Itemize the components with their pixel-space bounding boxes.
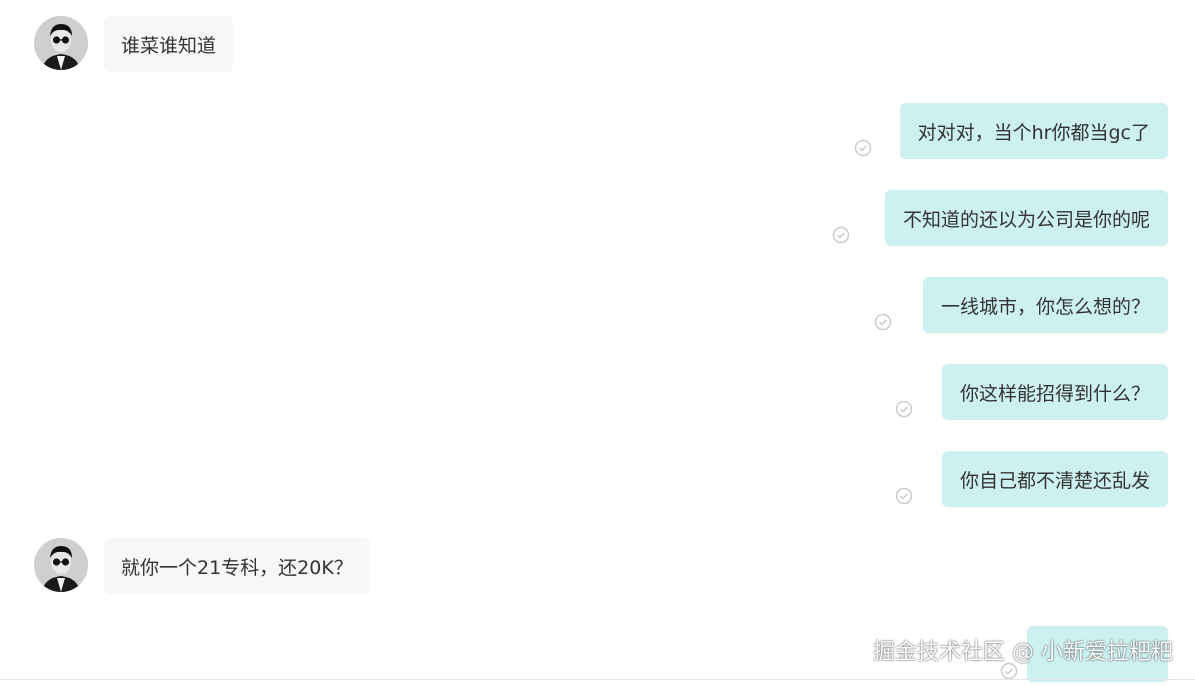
check-circle-icon [895, 400, 913, 418]
check-circle-icon [854, 139, 872, 157]
message-bubble-incoming[interactable]: 就你一个21专科，还20K？ [104, 538, 370, 594]
divider [0, 679, 1195, 680]
avatar[interactable] [34, 16, 88, 70]
message-text: 不知道的还以为公司是你的呢 [902, 208, 1150, 231]
message-bubble-incoming[interactable]: 谁菜谁知道 [104, 16, 234, 72]
message-bubble-outgoing[interactable]: 一线城市，你怎么想的？ [922, 277, 1168, 333]
message-text: 就你一个21专科，还20K？ [121, 556, 353, 579]
message-text: 你这样能招得到什么？ [959, 382, 1150, 405]
avatar[interactable] [34, 538, 88, 592]
message-text: 你自己都不清楚还乱发 [959, 469, 1150, 492]
message-bubble-outgoing[interactable]: 你自己都不清楚还乱发 [941, 451, 1168, 507]
message-text: 对对对，当个hr你都当gc了 [917, 121, 1150, 144]
check-circle-icon [895, 487, 913, 505]
message-bubble-outgoing[interactable]: 你这样能招得到什么？ [941, 364, 1168, 420]
check-circle-icon [832, 226, 850, 244]
message-text: 一线城市，你怎么想的？ [940, 295, 1150, 318]
watermark: 掘金技术社区 @ 小新爱拉粑粑 [873, 640, 1173, 665]
message-text: 谁菜谁知道 [121, 34, 217, 57]
message-bubble-outgoing[interactable]: 不知道的还以为公司是你的呢 [884, 190, 1168, 246]
chat-window: 谁菜谁知道 对对对，当个hr你都当gc了 不知道的还以为公司是你的呢 一线城市，… [0, 0, 1195, 686]
check-circle-icon [874, 313, 892, 331]
message-bubble-outgoing[interactable]: 对对对，当个hr你都当gc了 [899, 103, 1168, 159]
